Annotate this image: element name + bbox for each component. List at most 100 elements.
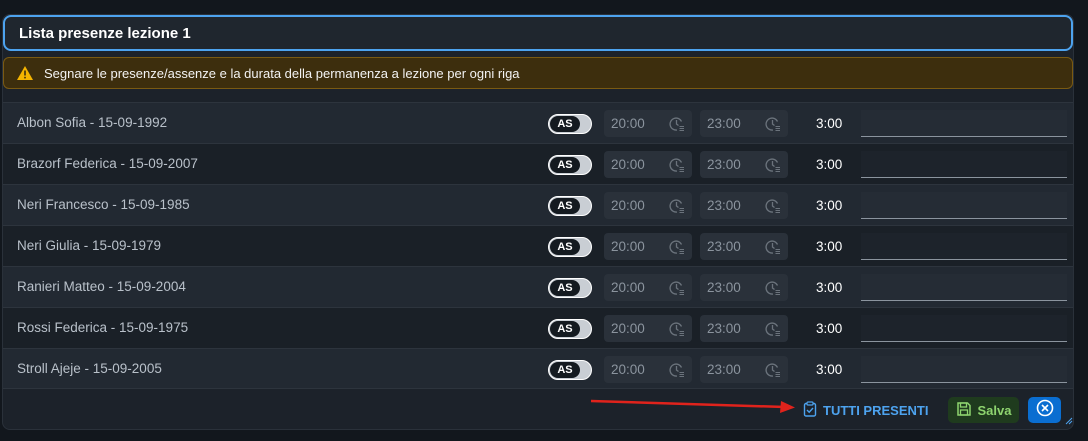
start-time-value: 20:00 bbox=[611, 198, 645, 213]
attendance-status-label: AS bbox=[550, 321, 580, 337]
clock-list-icon[interactable] bbox=[668, 320, 686, 338]
attendance-toggle[interactable]: AS bbox=[548, 114, 592, 134]
save-label: Salva bbox=[977, 402, 1012, 418]
start-time-value: 20:00 bbox=[611, 239, 645, 254]
start-time-field[interactable]: 20:00 bbox=[604, 315, 692, 342]
attendance-row: Ranieri Matteo - 15-09-2004 AS 20:00 23:00 3… bbox=[3, 266, 1073, 307]
clock-list-icon[interactable] bbox=[668, 238, 686, 256]
end-time-field[interactable]: 23:00 bbox=[700, 110, 788, 137]
clock-list-icon[interactable] bbox=[764, 279, 782, 297]
end-time-field[interactable]: 23:00 bbox=[700, 151, 788, 178]
attendance-status-label: AS bbox=[550, 157, 580, 173]
circle-x-icon bbox=[1036, 399, 1054, 422]
start-time-field[interactable]: 20:00 bbox=[604, 110, 692, 137]
attendance-toggle[interactable]: AS bbox=[548, 319, 592, 339]
start-time-field[interactable]: 20:00 bbox=[604, 233, 692, 260]
all-present-button[interactable]: TUTTI PRESENTI bbox=[803, 399, 928, 421]
note-input[interactable] bbox=[861, 315, 1067, 342]
end-time-value: 23:00 bbox=[707, 280, 741, 295]
attendance-toggle[interactable]: AS bbox=[548, 196, 592, 216]
clock-list-icon[interactable] bbox=[764, 197, 782, 215]
end-time-value: 23:00 bbox=[707, 116, 741, 131]
duration-value: 3:00 bbox=[816, 362, 843, 377]
clock-list-icon[interactable] bbox=[764, 115, 782, 133]
note-input[interactable] bbox=[861, 192, 1067, 219]
end-time-field[interactable]: 23:00 bbox=[700, 233, 788, 260]
end-time-field[interactable]: 23:00 bbox=[700, 356, 788, 383]
warning-text: Segnare le presenze/assenze e la durata … bbox=[44, 65, 520, 81]
floppy-disk-icon bbox=[956, 401, 972, 420]
attendance-row: Neri Giulia - 15-09-1979 AS 20:00 23:00 3:00 bbox=[3, 225, 1073, 266]
start-time-value: 20:00 bbox=[611, 321, 645, 336]
note-input[interactable] bbox=[861, 110, 1067, 137]
student-name: Brazorf Federica - 15-09-2007 bbox=[17, 156, 198, 171]
start-time-field[interactable]: 20:00 bbox=[604, 356, 692, 383]
clock-list-icon[interactable] bbox=[764, 320, 782, 338]
warning-message-strip: Segnare le presenze/assenze e la durata … bbox=[3, 57, 1073, 89]
clock-list-icon[interactable] bbox=[668, 156, 686, 174]
duration-value: 3:00 bbox=[816, 198, 843, 213]
clock-list-icon[interactable] bbox=[668, 197, 686, 215]
note-input[interactable] bbox=[861, 356, 1067, 383]
duration-value: 3:00 bbox=[816, 239, 843, 254]
attendance-dialog: Lista presenze lezione 1 Segnare le pres… bbox=[2, 14, 1074, 430]
attendance-toggle[interactable]: AS bbox=[548, 278, 592, 298]
red-arrow-annotation bbox=[590, 399, 795, 413]
end-time-field[interactable]: 23:00 bbox=[700, 192, 788, 219]
end-time-field[interactable]: 23:00 bbox=[700, 274, 788, 301]
attendance-row: Albon Sofia - 15-09-1992 AS 20:00 23:00 3:00 bbox=[3, 102, 1073, 143]
note-input[interactable] bbox=[861, 233, 1067, 260]
student-name: Rossi Federica - 15-09-1975 bbox=[17, 320, 189, 335]
close-button[interactable] bbox=[1028, 397, 1061, 423]
attendance-toggle[interactable]: AS bbox=[548, 360, 592, 380]
warning-triangle-icon bbox=[16, 65, 34, 81]
resize-handle-icon[interactable] bbox=[1065, 417, 1073, 425]
clipboard-check-icon bbox=[803, 400, 817, 420]
start-time-value: 20:00 bbox=[611, 280, 645, 295]
attendance-status-label: AS bbox=[550, 280, 580, 296]
end-time-value: 23:00 bbox=[707, 239, 741, 254]
dialog-title: Lista presenze lezione 1 bbox=[19, 24, 191, 42]
student-name: Neri Francesco - 15-09-1985 bbox=[17, 197, 190, 212]
attendance-status-label: AS bbox=[550, 362, 580, 378]
attendance-list: Albon Sofia - 15-09-1992 AS 20:00 23:00 3:00… bbox=[3, 102, 1073, 389]
attendance-status-label: AS bbox=[550, 198, 580, 214]
duration-value: 3:00 bbox=[816, 321, 843, 336]
clock-list-icon[interactable] bbox=[764, 156, 782, 174]
start-time-field[interactable]: 20:00 bbox=[604, 151, 692, 178]
attendance-row: Rossi Federica - 15-09-1975 AS 20:00 23:00 3… bbox=[3, 307, 1073, 348]
duration-value: 3:00 bbox=[816, 157, 843, 172]
attendance-row: Neri Francesco - 15-09-1985 AS 20:00 23:00 3… bbox=[3, 184, 1073, 225]
attendance-row: Brazorf Federica - 15-09-2007 AS 20:00 23:0… bbox=[3, 143, 1073, 184]
all-present-label: TUTTI PRESENTI bbox=[823, 402, 929, 418]
note-input[interactable] bbox=[861, 151, 1067, 178]
attendance-toggle[interactable]: AS bbox=[548, 237, 592, 257]
clock-list-icon[interactable] bbox=[764, 361, 782, 379]
duration-value: 3:00 bbox=[816, 280, 843, 295]
clock-list-icon[interactable] bbox=[764, 238, 782, 256]
start-time-value: 20:00 bbox=[611, 116, 645, 131]
end-time-value: 23:00 bbox=[707, 321, 741, 336]
start-time-value: 20:00 bbox=[611, 362, 645, 377]
clock-list-icon[interactable] bbox=[668, 115, 686, 133]
end-time-value: 23:00 bbox=[707, 157, 741, 172]
end-time-value: 23:00 bbox=[707, 362, 741, 377]
student-name: Ranieri Matteo - 15-09-2004 bbox=[17, 279, 186, 294]
note-input[interactable] bbox=[861, 274, 1067, 301]
clock-list-icon[interactable] bbox=[668, 361, 686, 379]
attendance-status-label: AS bbox=[550, 116, 580, 132]
start-time-value: 20:00 bbox=[611, 157, 645, 172]
duration-value: 3:00 bbox=[816, 116, 843, 131]
attendance-row: Stroll Ajeje - 15-09-2005 AS 20:00 23:00 3:0… bbox=[3, 348, 1073, 389]
start-time-field[interactable]: 20:00 bbox=[604, 274, 692, 301]
clock-list-icon[interactable] bbox=[668, 279, 686, 297]
attendance-toggle[interactable]: AS bbox=[548, 155, 592, 175]
dialog-header: Lista presenze lezione 1 bbox=[3, 15, 1073, 51]
student-name: Stroll Ajeje - 15-09-2005 bbox=[17, 361, 162, 376]
student-name: Neri Giulia - 15-09-1979 bbox=[17, 238, 162, 253]
end-time-value: 23:00 bbox=[707, 198, 741, 213]
save-button[interactable]: Salva bbox=[948, 397, 1019, 423]
end-time-field[interactable]: 23:00 bbox=[700, 315, 788, 342]
student-name: Albon Sofia - 15-09-1992 bbox=[17, 115, 168, 130]
start-time-field[interactable]: 20:00 bbox=[604, 192, 692, 219]
